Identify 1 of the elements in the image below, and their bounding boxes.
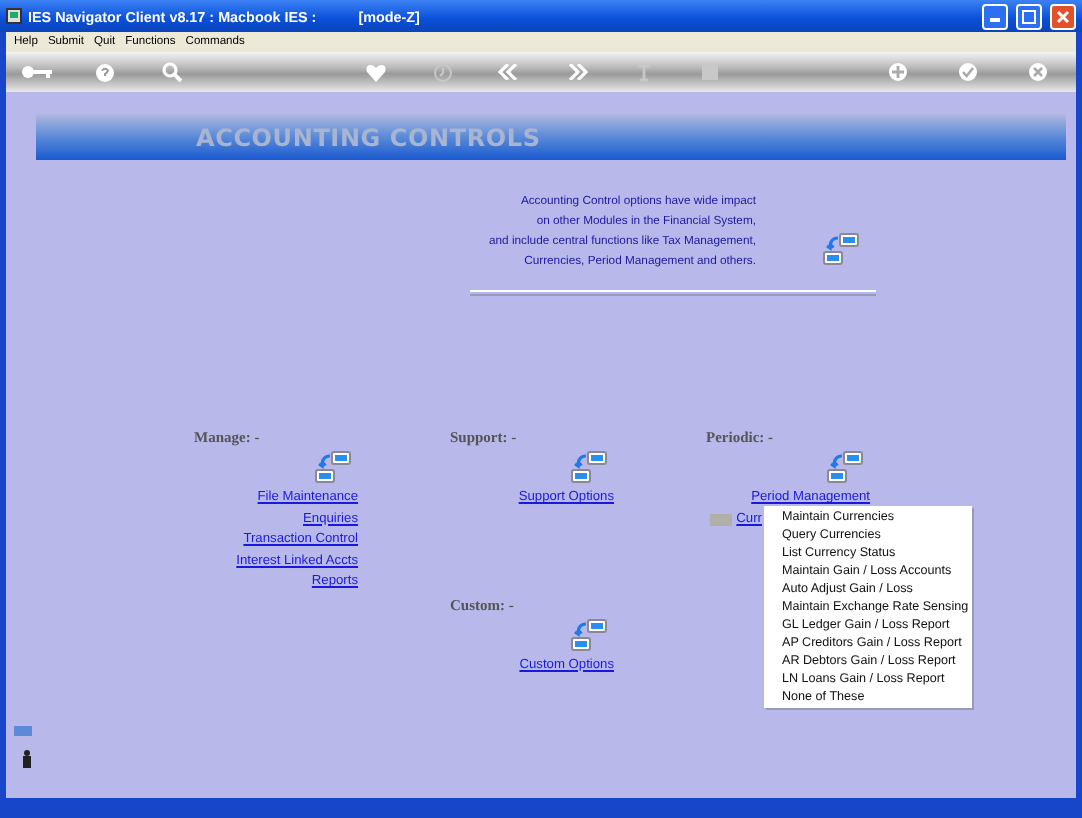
page-title: ACCOUNTING CONTROLS	[196, 124, 541, 156]
